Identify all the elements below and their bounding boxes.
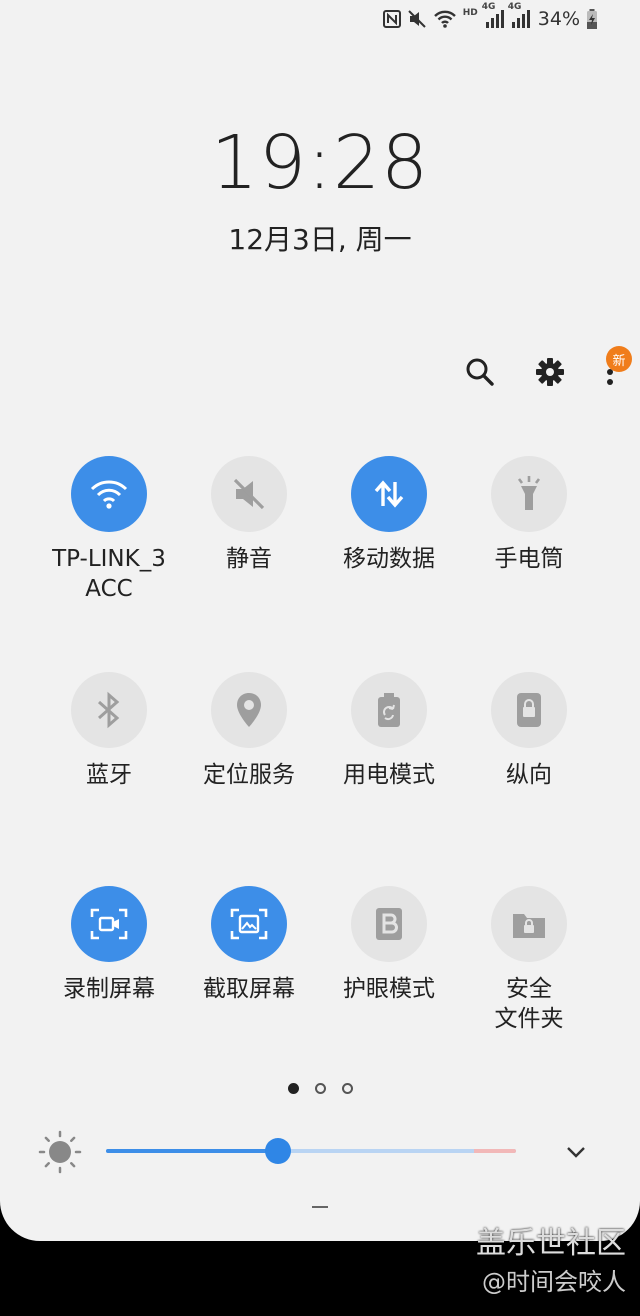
tile-power-mode-label: 用电模式	[343, 762, 435, 788]
tile-bluetooth-label: 蓝牙	[86, 762, 132, 788]
tile-portrait-button[interactable]	[491, 672, 567, 748]
chevron-down-icon[interactable]	[562, 1138, 590, 1166]
tile-location-label: 定位服务	[203, 762, 295, 788]
search-button[interactable]	[460, 352, 500, 392]
mute-icon	[407, 9, 427, 29]
tile-mobile-data-button[interactable]	[351, 456, 427, 532]
tile-wifi[interactable]: TP-LINK_3 ACC	[39, 456, 179, 604]
location-icon	[237, 693, 261, 727]
tile-portrait[interactable]: 纵向	[459, 672, 599, 790]
flashlight-icon	[517, 476, 541, 510]
more-options-button[interactable]: 新	[600, 346, 632, 392]
tile-flashlight-button[interactable]	[491, 456, 567, 532]
battery-percent: 34%	[537, 8, 580, 30]
tile-power-mode[interactable]: 用电模式	[319, 672, 459, 790]
tile-secure-folder[interactable]: 安全 文件夹	[459, 886, 599, 1034]
tile-mobile-data[interactable]: 移动数据	[319, 456, 459, 574]
tile-bluetooth[interactable]: 蓝牙	[39, 672, 179, 790]
watermark-author: @时间会咬人	[482, 1268, 626, 1296]
tile-mobile-data-label: 移动数据	[343, 546, 435, 572]
screenshot-icon	[230, 908, 268, 940]
brightness-slider-thumb[interactable]	[265, 1138, 292, 1164]
bluetooth-icon	[98, 691, 120, 729]
tile-portrait-label: 纵向	[506, 762, 552, 788]
tile-mute-button[interactable]	[211, 456, 287, 532]
power-mode-icon	[378, 693, 400, 727]
tile-screenshot[interactable]: 截取屏幕	[179, 886, 319, 1004]
settings-button[interactable]	[530, 352, 570, 392]
page-dot[interactable]	[314, 1083, 326, 1094]
tile-flashlight[interactable]: 手电筒	[459, 456, 599, 574]
brightness-control	[0, 1126, 640, 1176]
wifi-icon	[433, 9, 457, 29]
tile-flashlight-label: 手电筒	[494, 546, 564, 572]
tile-screenshot-button[interactable]	[211, 886, 287, 962]
tile-screenshot-label: 截取屏幕	[203, 976, 295, 1002]
tile-secure-folder-button[interactable]	[491, 886, 567, 962]
tile-screen-record-button[interactable]	[71, 886, 147, 962]
screen-record-icon	[90, 908, 128, 940]
search-icon	[466, 358, 494, 386]
panel-toolbar: 新	[430, 346, 632, 392]
tile-power-mode-button[interactable]	[351, 672, 427, 748]
tile-location[interactable]: 定位服务	[179, 672, 319, 790]
eye-comfort-icon	[376, 908, 402, 940]
tile-mute[interactable]: 静音	[179, 456, 319, 574]
page-dot[interactable]	[287, 1083, 299, 1094]
tile-wifi-label: TP-LINK_3 ACC	[52, 546, 166, 602]
network-type-label: 4G	[507, 2, 522, 12]
tile-eye-comfort-label: 护眼模式	[343, 976, 435, 1002]
page-indicator	[0, 1083, 640, 1094]
tile-bluetooth-button[interactable]	[71, 672, 147, 748]
network-type-label: 4G	[481, 2, 496, 12]
page-dot[interactable]	[341, 1083, 353, 1094]
panel-drag-handle[interactable]	[312, 1206, 328, 1208]
tile-screen-record[interactable]: 录制屏幕	[39, 886, 179, 1004]
tile-wifi-button[interactable]	[71, 456, 147, 532]
status-bar: HD 4G 4G 34%	[382, 2, 598, 30]
portrait-lock-icon	[517, 693, 541, 727]
signal-4g-icon: 4G	[508, 2, 530, 28]
watermark-title: 盖乐世社区	[476, 1226, 626, 1261]
brightness-slider-track[interactable]	[106, 1149, 516, 1153]
battery-charging-icon	[586, 9, 598, 29]
hd-icon: HD	[462, 8, 478, 18]
clock-time[interactable]: 19:28	[0, 120, 640, 206]
tile-eye-comfort-button[interactable]	[351, 886, 427, 962]
brightness-warm-zone	[474, 1149, 516, 1153]
tile-secure-folder-label: 安全 文件夹	[494, 976, 564, 1032]
tile-eye-comfort[interactable]: 护眼模式	[319, 886, 459, 1004]
clock-date[interactable]: 12月3日, 周一	[0, 218, 640, 258]
mobile-data-icon	[374, 480, 404, 508]
tile-mute-label: 静音	[226, 546, 272, 572]
secure-folder-icon	[513, 914, 545, 938]
wifi-icon	[90, 480, 128, 509]
nfc-icon	[382, 10, 401, 28]
tile-screen-record-label: 录制屏幕	[63, 976, 155, 1002]
tile-location-button[interactable]	[211, 672, 287, 748]
new-badge: 新	[606, 346, 632, 372]
brightness-slider-fill	[106, 1149, 279, 1153]
gear-icon	[536, 358, 564, 386]
mute-icon	[233, 478, 265, 510]
brightness-sun-icon	[38, 1130, 82, 1174]
quick-panel: HD 4G 4G 34% 19:28 12月3日, 周一 新 TP-LINK_3…	[0, 0, 640, 1241]
signal-4g-icon: 4G	[482, 2, 504, 28]
